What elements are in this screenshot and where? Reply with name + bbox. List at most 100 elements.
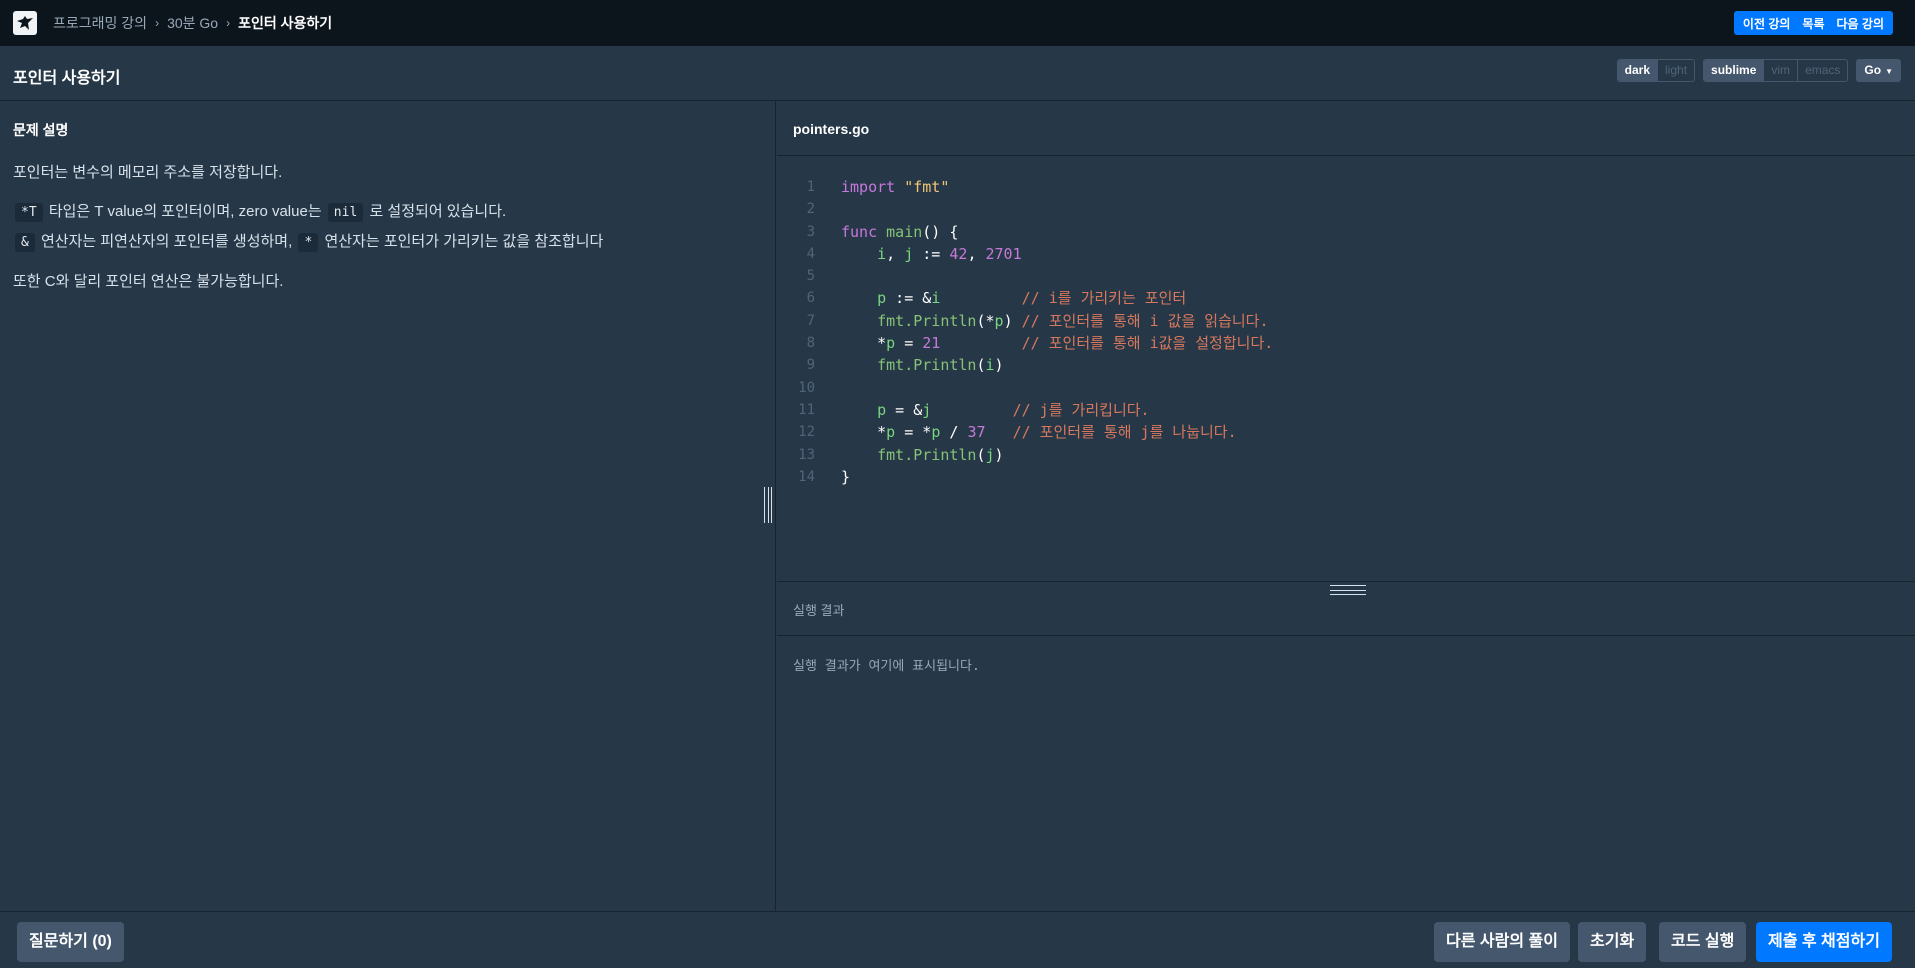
code-line[interactable]: 8 *p = 21 // 포인터를 통해 i값을 설정합니다. — [777, 332, 1274, 354]
file-tab[interactable]: pointers.go — [777, 101, 1915, 156]
code-text: p = &j // j를 가리킵니다. — [841, 399, 1149, 421]
code-text: p := &i // i를 가리키는 포인터 — [841, 287, 1186, 309]
code-token: // 포인터를 통해 i 값을 읽습니다. — [1021, 311, 1269, 330]
breadcrumb-item-lectures[interactable]: 프로그래밍 강의 — [53, 13, 147, 33]
submit-button[interactable]: 제출 후 채점하기 — [1756, 922, 1892, 962]
description-text: 로 설정되어 있습니다. — [369, 203, 507, 220]
keymap-sublime-button[interactable]: sublime — [1704, 60, 1765, 81]
code-line[interactable]: 7 fmt.Println(*p) // 포인터를 통해 i 값을 읽습니다. — [777, 310, 1273, 332]
code-token: main — [886, 222, 923, 241]
theme-toggle: dark light — [1616, 59, 1696, 82]
code-token: p — [886, 334, 896, 353]
code-token: = — [895, 334, 923, 353]
code-text: import "fmt" — [841, 176, 949, 198]
code-token: p — [877, 289, 887, 308]
code-text: *p = 21 // 포인터를 통해 i값을 설정합니다. — [841, 332, 1273, 354]
code-editor[interactable]: pointers.go 1 import "fmt" 2 3 func main() {… — [777, 101, 1915, 595]
code-token: ) — [1003, 311, 1022, 330]
breadcrumb-item-current: 포인터 사용하기 — [238, 15, 333, 31]
code-token: "fmt" — [904, 178, 950, 196]
description-panel: 문제 설명 포인터는 변수의 메모리 주소를 저장합니다. *T 타입은 T v… — [0, 101, 776, 911]
code-token: * — [841, 423, 887, 442]
lesson-list-button[interactable]: 목록 — [1796, 15, 1830, 32]
code-line[interactable]: 6 p := &i // i를 가리키는 포인터 — [777, 287, 1273, 309]
output-panel: 실행 결과 실행 결과가 여기에 표시됩니다. — [777, 583, 1915, 911]
code-token: = & — [886, 400, 923, 419]
reset-button[interactable]: 초기화 — [1578, 922, 1647, 962]
line-number: 1 — [806, 179, 815, 195]
code-token: func — [841, 222, 878, 241]
code-token: * — [841, 334, 887, 353]
description-paragraph: & 연산자는 피연산자의 포인터를 생성하며, * 연산자는 포인터가 가리키는… — [13, 227, 753, 257]
code-line[interactable]: 14} — [777, 466, 1273, 488]
prev-lesson-button[interactable]: 이전 강의 — [1737, 15, 1797, 32]
description-paragraph: 또한 C와 달리 포인터 연산은 불가능합니다. — [13, 273, 284, 290]
code-line[interactable]: 2 — [777, 198, 1273, 220]
description-text: 연산자는 포인터가 가리키는 값을 참조합니다 — [324, 233, 604, 250]
code-line[interactable]: 11 p = &j // j를 가리킵니다. — [777, 399, 1273, 421]
code-token: ) — [994, 445, 1004, 464]
code-token: 2701 — [985, 244, 1022, 263]
code-token: j — [922, 400, 932, 419]
code-token: // i를 가리키는 포인터 — [1021, 289, 1187, 308]
line-number: 3 — [806, 223, 815, 240]
code-token: = * — [895, 423, 932, 442]
chevron-right-icon: › — [155, 16, 160, 30]
code-token: fmt.Println — [877, 311, 977, 330]
theme-light-button[interactable]: light — [1658, 60, 1694, 81]
line-number: 7 — [806, 312, 815, 329]
code-area[interactable]: 1 import "fmt" 2 3 func main() {4 i, j := 42… — [777, 176, 1273, 488]
code-line[interactable]: 12 *p = *p / 37 // 포인터를 통해 j를 나눕니다. — [777, 421, 1273, 443]
line-number: 13 — [798, 446, 815, 463]
code-token: fmt.Println — [877, 356, 977, 375]
vertical-resize-handle[interactable] — [761, 487, 775, 523]
code-token: := — [913, 244, 950, 263]
code-line[interactable]: 1 import "fmt" — [777, 176, 1273, 198]
code-token: // 포인터를 통해 i값을 설정합니다. — [1021, 334, 1274, 353]
line-number: 6 — [806, 290, 815, 307]
theme-dark-button[interactable]: dark — [1617, 60, 1659, 81]
run-code-button[interactable]: 코드 실행 — [1659, 922, 1747, 962]
code-token: fmt.Println — [877, 445, 977, 464]
code-text: fmt.Println(*p) // 포인터를 통해 i 값을 읽습니다. — [841, 310, 1269, 332]
code-token: ( — [976, 445, 986, 464]
lesson-header: 포인터 사용하기 dark light sublime vim emacs Go… — [0, 46, 1915, 101]
next-lesson-button[interactable]: 다음 강의 — [1831, 15, 1891, 32]
code-line[interactable]: 9 fmt.Println(i) — [777, 354, 1273, 376]
code-line[interactable]: 5 — [777, 265, 1273, 287]
language-select[interactable]: Go ▼ — [1856, 59, 1901, 82]
code-line[interactable]: 3 func main() { — [777, 221, 1273, 243]
page-title: 포인터 사용하기 — [13, 70, 121, 87]
chevron-right-icon: › — [226, 16, 231, 30]
code-text: } — [841, 466, 850, 488]
line-number: 9 — [806, 357, 815, 374]
code-token: ) — [994, 356, 1004, 375]
code-text: func main() { — [841, 221, 958, 243]
keymap-toggle: sublime vim emacs — [1703, 59, 1849, 82]
keymap-emacs-button[interactable]: emacs — [1798, 60, 1847, 81]
code-token: p — [877, 400, 887, 419]
code-token: 21 — [922, 334, 941, 353]
logo-icon[interactable] — [13, 11, 37, 35]
ask-question-button[interactable]: 질문하기 (0) — [17, 922, 124, 962]
inline-code: * — [298, 233, 319, 252]
others-solutions-button[interactable]: 다른 사람의 풀이 — [1434, 922, 1570, 962]
keymap-vim-button[interactable]: vim — [1764, 60, 1799, 81]
breadcrumb-item-course[interactable]: 30분 Go — [167, 13, 218, 33]
inline-code: *T — [15, 203, 43, 222]
code-token: i — [931, 289, 941, 308]
code-token: (* — [976, 311, 995, 330]
code-line[interactable]: 10 — [777, 377, 1273, 399]
code-line[interactable]: 4 i, j := 42, 2701 — [777, 243, 1273, 265]
code-line[interactable]: 13 fmt.Println(j) — [777, 444, 1273, 466]
breadcrumb: 프로그래밍 강의 › 30분 Go › 포인터 사용하기 — [53, 13, 332, 33]
code-token: p — [994, 311, 1004, 330]
code-text: *p = *p / 37 // 포인터를 통해 j를 나눕니다. — [841, 421, 1237, 443]
